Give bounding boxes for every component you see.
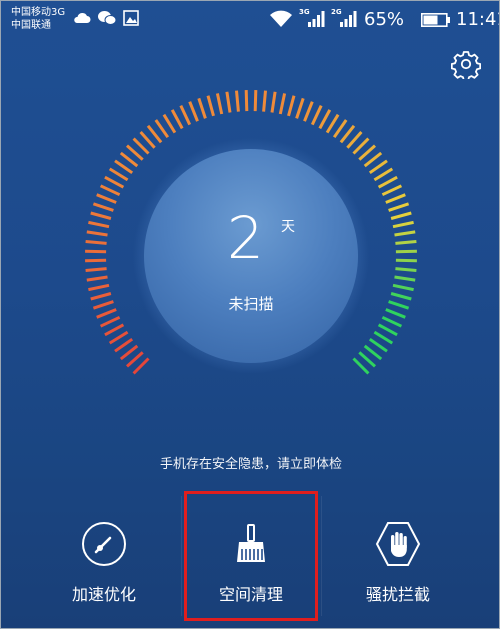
gauge-tick — [295, 97, 305, 119]
gauge-tick — [146, 124, 163, 144]
block-harassment-button[interactable]: 骚扰拦截 — [323, 506, 473, 616]
gauge-tick — [310, 104, 323, 126]
gauge-tick — [154, 119, 170, 139]
gauge-tick — [390, 211, 412, 220]
space-clean-button[interactable]: 空间清理 — [176, 506, 326, 616]
speed-optimize-button[interactable]: 加速优化 — [29, 506, 179, 616]
gauge-tick — [318, 109, 332, 130]
gauge-tick — [253, 90, 258, 112]
gauge-tick — [346, 131, 363, 149]
gauge-tick — [99, 184, 121, 197]
gauge-tick — [287, 95, 296, 117]
gauge-tick — [96, 193, 117, 204]
gauge-tick — [85, 240, 107, 245]
gauge-tick — [206, 95, 215, 117]
block-harassment-label: 骚扰拦截 — [365, 585, 430, 604]
gauge-tick — [99, 315, 121, 328]
gauge-tick — [373, 330, 394, 345]
gauge-tick — [90, 211, 112, 220]
speed-optimize-label: 加速优化 — [71, 585, 136, 604]
gauge-tick — [126, 144, 144, 161]
gauge-tick — [388, 202, 410, 212]
gauge-tick — [114, 337, 134, 353]
gauge-tick — [86, 275, 108, 282]
gauge-tick — [377, 175, 398, 189]
gauge-tick — [377, 323, 398, 337]
gauge-tick — [119, 151, 139, 168]
gauge-tick — [385, 193, 406, 204]
phone-screen: 中国移动3G 中国联通 3G 2G 65% 11:4 2 天 未扫描 手机存在安… — [0, 0, 500, 629]
gauge-tick — [368, 159, 388, 175]
gauge-tick — [358, 144, 376, 161]
gauge-tick — [197, 97, 207, 119]
gauge-tick — [395, 249, 417, 254]
gauge-tick — [394, 230, 416, 237]
scan-status: 未扫描 — [228, 295, 274, 313]
gauge-tick — [132, 137, 150, 155]
gauge-tick — [244, 90, 249, 112]
gauge-tick — [262, 90, 267, 112]
gauge-tick — [270, 91, 277, 113]
gauge-tick — [108, 330, 129, 345]
gauge-tick — [395, 258, 417, 263]
gauge-tick — [392, 283, 414, 292]
gauge-tick — [303, 101, 314, 122]
gauge-tick — [368, 337, 388, 353]
gauge-tick — [395, 267, 417, 272]
gauge-tick — [381, 184, 403, 197]
gauge-tick — [381, 315, 403, 328]
gauge-tick — [392, 220, 414, 229]
gauge-tick — [92, 202, 114, 212]
gauge-tick — [85, 249, 107, 254]
gauge-tick — [394, 275, 416, 282]
gauge-tick — [88, 220, 110, 229]
gauge-tick — [235, 90, 240, 112]
space-clean-label: 空间清理 — [218, 585, 283, 604]
security-warning: 手机存在安全隐患，请立即体检 — [159, 457, 342, 472]
gauge-tick — [395, 240, 417, 245]
gauge-tick — [114, 159, 134, 175]
hand-stop-icon — [375, 522, 421, 566]
gauge-tick — [179, 104, 192, 126]
gauge-tick — [162, 113, 177, 134]
gauge-tick — [332, 119, 348, 139]
gauge-tick — [139, 131, 156, 149]
gauge-tick — [88, 283, 110, 292]
gauge-tick — [339, 124, 356, 144]
gauge-tick — [132, 357, 150, 375]
gauge-tick — [104, 175, 125, 189]
gauge-tick — [170, 109, 184, 130]
broom-icon — [237, 524, 265, 562]
gauge-tick — [325, 113, 340, 134]
gauge-tick — [373, 167, 394, 182]
gauge-tick — [363, 151, 383, 168]
gauge-tick — [108, 167, 129, 182]
gauge-tick — [104, 323, 125, 337]
gauge-tick — [225, 91, 232, 113]
gauge-tick — [352, 357, 370, 375]
gauge-tick — [119, 344, 139, 361]
gauge-tick — [85, 267, 107, 272]
gauge-tick — [215, 93, 224, 115]
gauge-tick — [363, 344, 383, 361]
gauge-tick — [85, 258, 107, 263]
gauge-tick — [126, 351, 144, 368]
days-unit: 天 — [281, 219, 295, 235]
gauge-tick — [358, 351, 376, 368]
speedometer-icon — [82, 522, 126, 566]
gauge-tick — [352, 137, 370, 155]
gauge-tick — [86, 230, 108, 237]
days-value: 2 — [227, 204, 264, 272]
gauge-tick — [278, 93, 287, 115]
gauge-tick — [188, 101, 199, 122]
